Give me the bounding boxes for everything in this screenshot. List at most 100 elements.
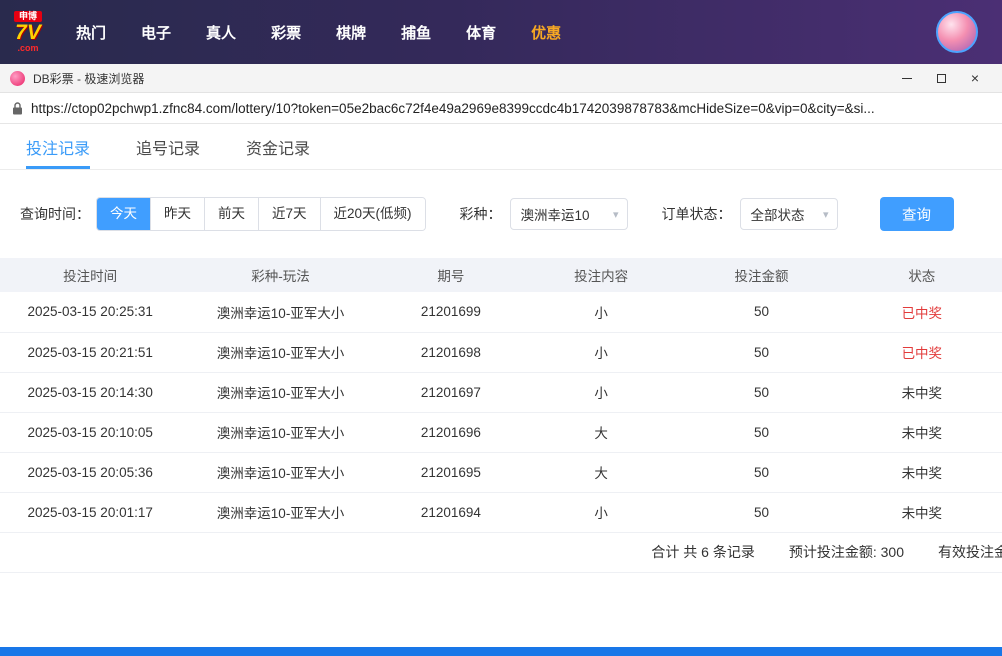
nav-item-sports[interactable]: 体育 <box>466 22 496 43</box>
nav-item-hot[interactable]: 热门 <box>76 22 106 43</box>
cell-status: 未中奖 <box>842 412 1002 452</box>
lottery-select[interactable]: 澳洲幸运10 ▾ <box>510 198 628 230</box>
logo-main-text: 7V <box>15 22 41 44</box>
cell-amount: 50 <box>681 332 841 372</box>
time-option-7days[interactable]: 近7天 <box>259 198 321 230</box>
cell-amount: 50 <box>681 412 841 452</box>
cell-content: 大 <box>521 452 681 492</box>
cell-status: 未中奖 <box>842 452 1002 492</box>
nav-item-lottery[interactable]: 彩票 <box>271 22 301 43</box>
maximize-button[interactable] <box>924 66 958 90</box>
col-header-issue: 期号 <box>381 258 521 292</box>
cell-play: 澳洲幸运10-亚军大小 <box>180 292 380 332</box>
status-select-value: 全部状态 <box>751 204 805 224</box>
close-icon: × <box>971 70 979 86</box>
cell-time: 2025-03-15 20:21:51 <box>0 332 180 372</box>
cell-time: 2025-03-15 20:01:17 <box>0 492 180 532</box>
window-controls: × <box>890 66 992 90</box>
cell-content: 大 <box>521 412 681 452</box>
browser-title-bar: DB彩票 - 极速浏览器 × <box>0 64 1002 93</box>
table-row: 2025-03-15 20:05:36 澳洲幸运10-亚军大小 21201695… <box>0 452 1002 492</box>
nav-item-board[interactable]: 棋牌 <box>336 22 366 43</box>
cell-status: 已中奖 <box>842 292 1002 332</box>
cell-play: 澳洲幸运10-亚军大小 <box>180 412 380 452</box>
address-bar: https://ctop02pchwp1.zfnc84.com/lottery/… <box>0 93 1002 124</box>
cell-time: 2025-03-15 20:10:05 <box>0 412 180 452</box>
table-summary-row: 合计 共 6 条记录 预计投注金额: 300 有效投注金 <box>0 533 1002 573</box>
nav-item-promo[interactable]: 优惠 <box>531 22 561 43</box>
col-header-amount: 投注金额 <box>681 258 841 292</box>
main-nav: 热门 电子 真人 彩票 棋牌 捕鱼 体育 优惠 <box>76 22 561 43</box>
cell-amount: 50 <box>681 292 841 332</box>
top-navigation-bar: 申博 7V .com 热门 电子 真人 彩票 棋牌 捕鱼 体育 优惠 <box>0 0 1002 64</box>
nav-item-live[interactable]: 真人 <box>206 22 236 43</box>
chevron-down-icon: ▾ <box>613 208 619 221</box>
cell-issue: 21201696 <box>381 412 521 452</box>
cell-content: 小 <box>521 292 681 332</box>
cell-amount: 50 <box>681 372 841 412</box>
col-header-status: 状态 <box>842 258 1002 292</box>
chevron-down-icon: ▾ <box>823 208 829 221</box>
tab-fund-records[interactable]: 资金记录 <box>246 124 310 169</box>
cell-status: 未中奖 <box>842 492 1002 532</box>
cell-time: 2025-03-15 20:14:30 <box>0 372 180 412</box>
time-option-20days[interactable]: 近20天(低频) <box>321 198 425 230</box>
minimize-button[interactable] <box>890 66 924 90</box>
cell-time: 2025-03-15 20:25:31 <box>0 292 180 332</box>
bet-records-table: 投注时间 彩种-玩法 期号 投注内容 投注金额 状态 2025-03-15 20… <box>0 258 1002 533</box>
cell-play: 澳洲幸运10-亚军大小 <box>180 332 380 372</box>
cell-issue: 21201699 <box>381 292 521 332</box>
cell-play: 澳洲幸运10-亚军大小 <box>180 492 380 532</box>
table-header-row: 投注时间 彩种-玩法 期号 投注内容 投注金额 状态 <box>0 258 1002 292</box>
order-status-select[interactable]: 全部状态 ▾ <box>740 198 838 230</box>
cell-issue: 21201694 <box>381 492 521 532</box>
cell-content: 小 <box>521 332 681 372</box>
time-option-today[interactable]: 今天 <box>97 198 151 230</box>
cell-amount: 50 <box>681 492 841 532</box>
record-tabs: 投注记录 追号记录 资金记录 <box>0 124 1002 170</box>
cell-issue: 21201697 <box>381 372 521 412</box>
time-filter-label: 查询时间： <box>20 204 90 224</box>
tab-bet-records[interactable]: 投注记录 <box>26 124 90 169</box>
status-filter-label: 订单状态： <box>662 204 732 224</box>
nav-item-slots[interactable]: 电子 <box>141 22 171 43</box>
time-option-daybefore[interactable]: 前天 <box>205 198 259 230</box>
minimize-icon <box>902 78 912 79</box>
nav-item-fishing[interactable]: 捕鱼 <box>401 22 431 43</box>
bottom-taskbar-strip <box>0 647 1002 656</box>
logo-sub-text: .com <box>18 44 39 53</box>
search-button[interactable]: 查询 <box>880 197 954 231</box>
window-title: DB彩票 - 极速浏览器 <box>33 70 144 87</box>
cell-play: 澳洲幸运10-亚军大小 <box>180 372 380 412</box>
url-text[interactable]: https://ctop02pchwp1.zfnc84.com/lottery/… <box>31 101 875 116</box>
summary-expected-bet: 预计投注金额: 300 <box>789 542 904 562</box>
close-button[interactable]: × <box>958 66 992 90</box>
table-row: 2025-03-15 20:01:17 澳洲幸运10-亚军大小 21201694… <box>0 492 1002 532</box>
cell-time: 2025-03-15 20:05:36 <box>0 452 180 492</box>
lottery-filter-label: 彩种： <box>460 204 502 224</box>
table-row: 2025-03-15 20:25:31 澳洲幸运10-亚军大小 21201699… <box>0 292 1002 332</box>
lock-icon <box>12 102 23 115</box>
site-logo[interactable]: 申博 7V .com <box>14 11 42 54</box>
summary-valid-bet: 有效投注金 <box>938 542 1002 562</box>
time-option-yesterday[interactable]: 昨天 <box>151 198 205 230</box>
cell-amount: 50 <box>681 452 841 492</box>
col-header-content: 投注内容 <box>521 258 681 292</box>
cell-issue: 21201698 <box>381 332 521 372</box>
table-row: 2025-03-15 20:10:05 澳洲幸运10-亚军大小 21201696… <box>0 412 1002 452</box>
col-header-play: 彩种-玩法 <box>180 258 380 292</box>
maximize-icon <box>937 74 946 83</box>
table-row: 2025-03-15 20:14:30 澳洲幸运10-亚军大小 21201697… <box>0 372 1002 412</box>
cell-issue: 21201695 <box>381 452 521 492</box>
user-avatar[interactable] <box>936 11 978 53</box>
table-row: 2025-03-15 20:21:51 澳洲幸运10-亚军大小 21201698… <box>0 332 1002 372</box>
time-filter-group: 今天 昨天 前天 近7天 近20天(低频) <box>96 197 426 231</box>
filter-bar: 查询时间： 今天 昨天 前天 近7天 近20天(低频) 彩种： 澳洲幸运10 ▾… <box>0 197 1002 231</box>
lottery-select-value: 澳洲幸运10 <box>521 204 590 224</box>
cell-content: 小 <box>521 372 681 412</box>
summary-total-records: 合计 共 6 条记录 <box>651 542 754 562</box>
app-icon <box>10 71 25 86</box>
cell-content: 小 <box>521 492 681 532</box>
cell-status: 未中奖 <box>842 372 1002 412</box>
tab-chase-records[interactable]: 追号记录 <box>136 124 200 169</box>
